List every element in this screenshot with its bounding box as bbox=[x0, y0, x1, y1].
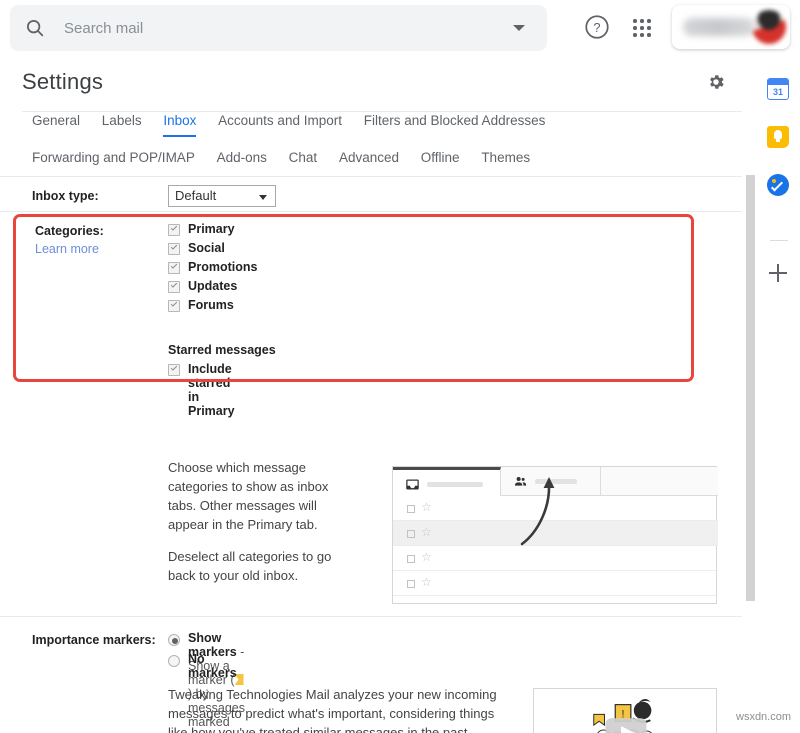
tab-general[interactable]: General bbox=[32, 113, 80, 137]
categories-highlight-annotation bbox=[13, 214, 694, 382]
tab-labels[interactable]: Labels bbox=[102, 113, 142, 137]
keep-icon[interactable] bbox=[767, 126, 789, 148]
svg-text:?: ? bbox=[593, 20, 600, 35]
checkbox-icon[interactable] bbox=[168, 281, 180, 293]
radio-icon[interactable] bbox=[168, 655, 180, 667]
settings-pane: Settings General Labels Inbox Accounts a… bbox=[0, 55, 755, 733]
tab-themes[interactable]: Themes bbox=[481, 150, 530, 174]
importance-divider bbox=[0, 616, 742, 617]
checkbox-label: Primary bbox=[188, 222, 235, 236]
scrollbar-thumb[interactable] bbox=[746, 175, 755, 601]
categories-description-1: Choose which message categories to show … bbox=[168, 458, 353, 534]
tab-offline[interactable]: Offline bbox=[421, 150, 460, 174]
checkbox-label: Promotions bbox=[188, 260, 257, 274]
top-bar: ? bbox=[0, 0, 800, 55]
radio-label: No markers bbox=[188, 652, 237, 680]
header-divider bbox=[22, 111, 742, 112]
help-circle-icon[interactable]: ? bbox=[583, 13, 611, 41]
search-options-chevron-down-icon[interactable] bbox=[513, 25, 525, 31]
importance-markers-label: Importance markers: bbox=[32, 633, 156, 647]
checkbox-icon[interactable] bbox=[168, 243, 180, 255]
inbox-type-value: Default bbox=[175, 188, 216, 203]
tab-accounts-and-import[interactable]: Accounts and Import bbox=[218, 113, 342, 137]
gmail-settings-screen: ? 31 Settings bbox=[0, 0, 800, 733]
categories-label: Categories: bbox=[35, 224, 104, 238]
radio-icon[interactable] bbox=[168, 634, 180, 646]
tasks-icon[interactable] bbox=[767, 174, 789, 196]
page-title: Settings bbox=[22, 69, 103, 95]
checkbox-icon[interactable] bbox=[168, 300, 180, 312]
search-icon bbox=[24, 17, 46, 39]
checkbox-label: Social bbox=[188, 241, 225, 255]
account-chip[interactable] bbox=[672, 5, 790, 49]
checkbox-icon[interactable] bbox=[168, 262, 180, 274]
search-input[interactable] bbox=[62, 5, 502, 51]
watermark: wsxdn.com bbox=[736, 711, 791, 723]
importance-video-thumbnail[interactable]: ! bbox=[533, 688, 717, 733]
inbox-type-divider bbox=[0, 211, 742, 212]
account-name-redacted bbox=[683, 18, 755, 36]
calendar-day-number: 31 bbox=[768, 85, 788, 99]
side-panel-rail: 31 bbox=[755, 55, 800, 733]
categories-learn-more-link[interactable]: Learn more bbox=[35, 242, 99, 256]
checkbox-icon[interactable] bbox=[168, 224, 180, 236]
rail-divider bbox=[770, 240, 788, 241]
importance-description: Tweaking Technologies Mail analyzes your… bbox=[168, 685, 498, 733]
tab-advanced[interactable]: Advanced bbox=[339, 150, 399, 174]
tabs-divider bbox=[0, 176, 742, 177]
gear-icon[interactable] bbox=[706, 72, 726, 92]
tab-forwarding-and-pop-imap[interactable]: Forwarding and POP/IMAP bbox=[32, 150, 195, 174]
apps-grid-icon[interactable] bbox=[628, 13, 656, 41]
settings-tabs-row-1: General Labels Inbox Accounts and Import… bbox=[32, 113, 563, 137]
play-icon bbox=[605, 718, 646, 733]
calendar-icon[interactable]: 31 bbox=[767, 78, 789, 100]
settings-tabs-row-2: Forwarding and POP/IMAP Add-ons Chat Adv… bbox=[32, 150, 548, 174]
chevron-down-icon bbox=[259, 195, 267, 200]
curved-arrow-icon bbox=[392, 466, 717, 604]
importance-description-text: Tweaking Technologies Mail analyzes your… bbox=[168, 687, 497, 733]
search-box[interactable] bbox=[10, 5, 547, 51]
checkbox-icon[interactable] bbox=[168, 364, 180, 376]
starred-messages-heading: Starred messages bbox=[168, 343, 276, 357]
checkbox-label: Updates bbox=[188, 279, 237, 293]
tab-inbox[interactable]: Inbox bbox=[163, 113, 196, 137]
checkbox-label: Include starred in Primary bbox=[188, 362, 235, 418]
tab-add-ons[interactable]: Add-ons bbox=[217, 150, 267, 174]
avatar[interactable] bbox=[752, 10, 786, 44]
checkbox-label: Forums bbox=[188, 298, 234, 312]
add-addon-icon[interactable] bbox=[767, 262, 789, 284]
categories-description-2: Deselect all categories to go back to yo… bbox=[168, 547, 353, 585]
tab-filters-and-blocked-addresses[interactable]: Filters and Blocked Addresses bbox=[364, 113, 546, 137]
mail-pile-illustration: ! bbox=[534, 689, 716, 733]
inbox-type-select[interactable]: Default bbox=[168, 185, 276, 207]
inbox-type-label: Inbox type: bbox=[32, 189, 99, 203]
tab-chat[interactable]: Chat bbox=[289, 150, 318, 174]
